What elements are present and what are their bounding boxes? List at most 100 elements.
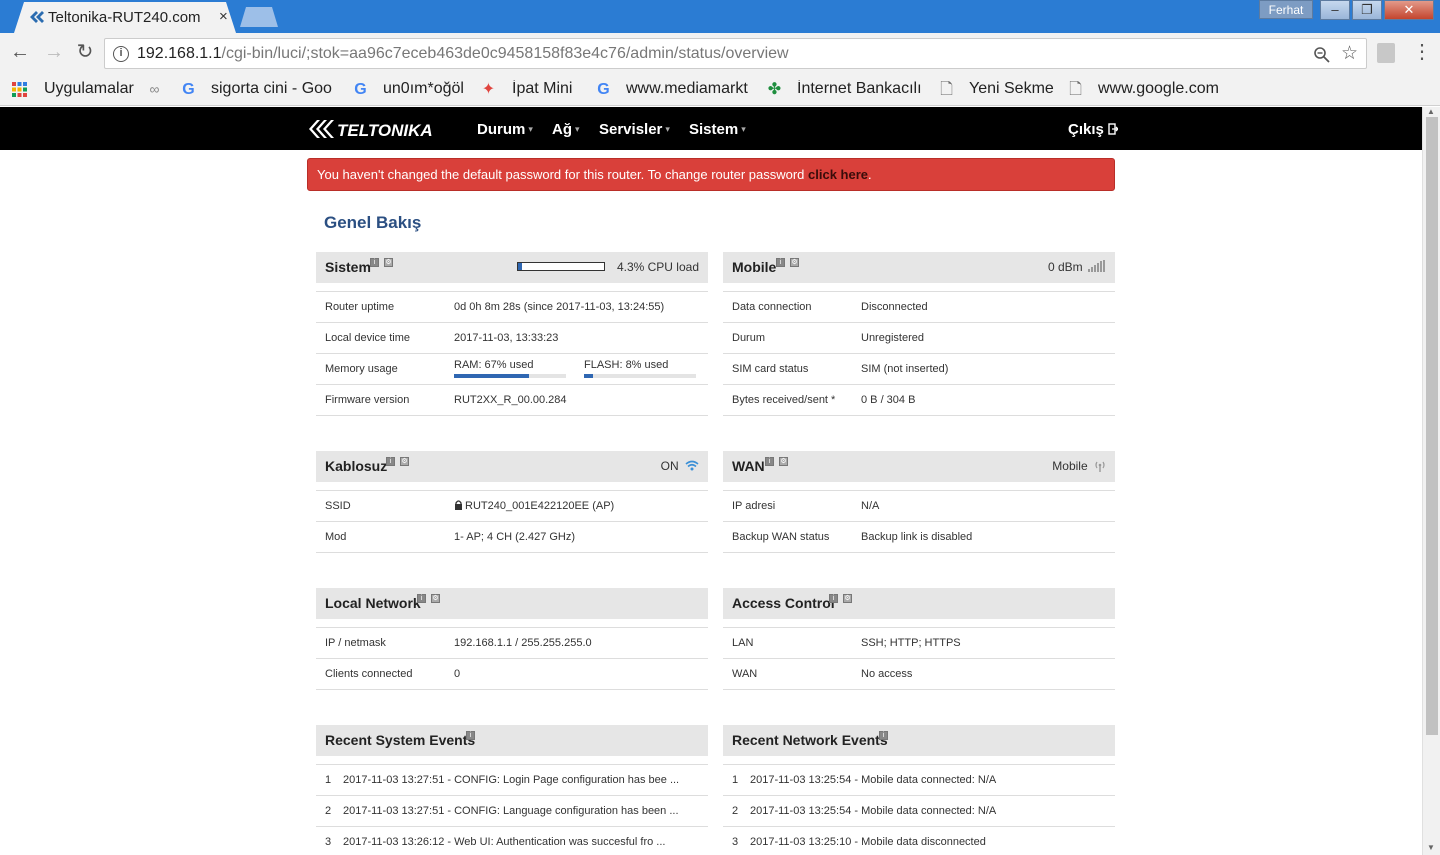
profile-button[interactable]: Ferhat bbox=[1259, 0, 1313, 19]
bookmark-apps[interactable]: Uygulamalar bbox=[44, 80, 134, 100]
table-row: IP / netmask 192.168.1.1 / 255.255.255.0 bbox=[316, 628, 708, 659]
browser-tab-bar: Teltonika-RUT240.com × Ferhat – ❐ ✕ bbox=[0, 0, 1440, 33]
wan-panel: WAN i ⚙ Mobile IP adresi N/A Backup WAN st… bbox=[723, 451, 1115, 553]
settings-icon[interactable]: ⚙ bbox=[790, 258, 799, 267]
google-icon: G bbox=[597, 81, 610, 98]
table-row: Clients connected 0 bbox=[316, 659, 708, 690]
sistem-title: Sistem bbox=[325, 259, 371, 275]
info-icon[interactable]: i bbox=[829, 594, 838, 603]
reload-icon[interactable]: ↻ bbox=[73, 41, 97, 65]
wireless-status: ON bbox=[661, 459, 699, 473]
table-row: WAN No access bbox=[723, 659, 1115, 690]
scroll-up-icon[interactable]: ▲ bbox=[1427, 107, 1435, 116]
logout-icon bbox=[1108, 123, 1119, 135]
access-control-panel: Access Control i ⚙ LAN SSH; HTTP; HTTPS WA… bbox=[723, 588, 1115, 690]
page-icon: 🗋 bbox=[940, 81, 953, 98]
network-events-title: Recent Network Events bbox=[732, 732, 888, 748]
list-item: 1 2017-11-03 13:27:51 - CONFIG: Login Pag… bbox=[316, 765, 708, 796]
bookmark-yeni-sekme[interactable]: Yeni Sekme bbox=[969, 80, 1054, 100]
new-tab-button[interactable] bbox=[240, 7, 278, 27]
bookmark-google[interactable]: www.google.com bbox=[1098, 80, 1222, 100]
table-row: Backup WAN status Backup link is disabled bbox=[723, 522, 1115, 553]
info-icon[interactable]: i bbox=[879, 731, 888, 740]
mobile-title: Mobile bbox=[732, 259, 777, 275]
default-password-alert: You haven't changed the default password… bbox=[307, 158, 1115, 191]
table-row: SSID RUT240_001E422120EE (AP) bbox=[316, 491, 708, 522]
tab-close-icon[interactable]: × bbox=[219, 8, 228, 25]
window-close-button[interactable]: ✕ bbox=[1384, 0, 1434, 20]
settings-icon[interactable]: ⚙ bbox=[843, 594, 852, 603]
zoom-icon[interactable] bbox=[1313, 46, 1330, 63]
nav-ag[interactable]: Ağ ▾ bbox=[552, 121, 580, 138]
nav-sistem[interactable]: Sistem ▾ bbox=[689, 121, 746, 138]
wan-status: Mobile bbox=[1052, 459, 1106, 473]
back-arrow-icon[interactable]: ← bbox=[8, 41, 32, 65]
bookmark-star-icon[interactable]: ☆ bbox=[1341, 42, 1358, 65]
bookmark-sigorta[interactable]: sigorta cini - Goo bbox=[211, 80, 335, 100]
info-icon[interactable]: i bbox=[370, 258, 379, 267]
site-info-icon[interactable]: i bbox=[113, 46, 129, 62]
settings-icon[interactable]: ⚙ bbox=[384, 258, 393, 267]
bookmark-internet-bankacilik[interactable]: İnternet Bankacılı bbox=[797, 80, 921, 100]
table-row: Firmware version RUT2XX_R_00.00.284 bbox=[316, 385, 708, 416]
star-cross-icon: ✦ bbox=[481, 81, 496, 98]
address-row: ← → ↻ i 192.168.1.1/cgi-bin/luci/;stok=a… bbox=[0, 33, 1440, 73]
scroll-down-icon[interactable]: ▼ bbox=[1427, 843, 1435, 852]
teltonika-logo[interactable]: TELTONIKA bbox=[307, 116, 442, 142]
table-row: Bytes received/sent * 0 B / 304 B bbox=[723, 385, 1115, 416]
nav-servisler[interactable]: Servisler ▾ bbox=[599, 121, 670, 138]
info-icon[interactable]: i bbox=[386, 457, 395, 466]
logout-link[interactable]: Çıkış bbox=[1068, 121, 1119, 138]
table-row: Mod 1- AP; 4 CH (2.427 GHz) bbox=[316, 522, 708, 553]
info-icon[interactable]: i bbox=[417, 594, 426, 603]
list-item: 3 2017-11-03 13:25:10 - Mobile data disco… bbox=[723, 827, 1115, 855]
table-row: Data connection Disconnected bbox=[723, 292, 1115, 323]
local-network-title: Local Network bbox=[325, 595, 421, 611]
kablosuz-title: Kablosuz bbox=[325, 458, 388, 474]
google-icon: G bbox=[182, 81, 195, 98]
table-row: Memory usage RAM: 67% used FLASH: 8% use… bbox=[316, 354, 708, 385]
maximize-button[interactable]: ❐ bbox=[1352, 0, 1382, 20]
bookmark-mediamarkt[interactable]: www.mediamarkt bbox=[626, 80, 750, 100]
flash-usage: FLASH: 8% used bbox=[584, 359, 696, 378]
settings-icon[interactable]: ⚙ bbox=[431, 594, 440, 603]
apps-grid-icon bbox=[12, 82, 27, 97]
recent-network-events-panel: Recent Network Events i 1 2017-11-03 13:2… bbox=[723, 725, 1115, 855]
info-icon[interactable]: i bbox=[776, 258, 785, 267]
info-icon[interactable]: i bbox=[765, 457, 774, 466]
minimize-button[interactable]: – bbox=[1320, 0, 1350, 20]
page-scrollbar[interactable]: ▲ ▼ bbox=[1422, 107, 1440, 855]
table-row: Durum Unregistered bbox=[723, 323, 1115, 354]
cpu-load-bar bbox=[517, 262, 605, 271]
settings-icon[interactable]: ⚙ bbox=[400, 457, 409, 466]
browser-tab[interactable]: Teltonika-RUT240.com × bbox=[14, 2, 236, 33]
address-bar[interactable]: i 192.168.1.1/cgi-bin/luci/;stok=aa96c7e… bbox=[104, 38, 1367, 69]
local-network-panel: Local Network i ⚙ IP / netmask 192.168.1.1… bbox=[316, 588, 708, 690]
change-password-link[interactable]: click here bbox=[808, 167, 868, 182]
binoculars-icon[interactable]: ∞ bbox=[146, 81, 163, 98]
antenna-icon bbox=[1095, 461, 1105, 472]
browser-menu-icon[interactable]: ⋮ bbox=[1412, 39, 1432, 64]
list-item: 2 2017-11-03 13:27:51 - CONFIG: Language … bbox=[316, 796, 708, 827]
url-text[interactable]: 192.168.1.1/cgi-bin/luci/;stok=aa96c7ece… bbox=[137, 45, 789, 63]
bookmark-un0im[interactable]: un0ım*oğöl bbox=[383, 80, 464, 100]
table-row: Local device time 2017-11-03, 13:33:23 bbox=[316, 323, 708, 354]
scroll-thumb[interactable] bbox=[1426, 117, 1438, 735]
signal-bars-icon bbox=[1088, 260, 1105, 272]
settings-icon[interactable]: ⚙ bbox=[779, 457, 788, 466]
ssid-value: RUT240_001E422120EE (AP) bbox=[454, 500, 614, 512]
kablosuz-panel: Kablosuz i⚙ ON SSID RUT240_001E422120EE bbox=[316, 451, 708, 553]
pdf-extension-icon[interactable] bbox=[1377, 43, 1395, 63]
nav-durum[interactable]: Durum ▾ bbox=[477, 121, 533, 138]
forward-arrow-icon[interactable]: → bbox=[42, 41, 66, 65]
info-icon[interactable]: i bbox=[466, 731, 475, 740]
list-item: 2 2017-11-03 13:25:54 - Mobile data conne… bbox=[723, 796, 1115, 827]
page-icon: 🗋 bbox=[1069, 81, 1082, 98]
table-row: IP adresi N/A bbox=[723, 491, 1115, 522]
signal-strength: 0 dBm bbox=[1048, 260, 1106, 274]
bookmark-ipat[interactable]: İpat Mini bbox=[512, 80, 572, 100]
system-events-title: Recent System Events bbox=[325, 732, 476, 748]
teltonika-favicon-icon bbox=[30, 11, 44, 23]
cpu-load-text: 4.3% CPU load bbox=[616, 260, 699, 274]
google-icon: G bbox=[354, 81, 367, 98]
